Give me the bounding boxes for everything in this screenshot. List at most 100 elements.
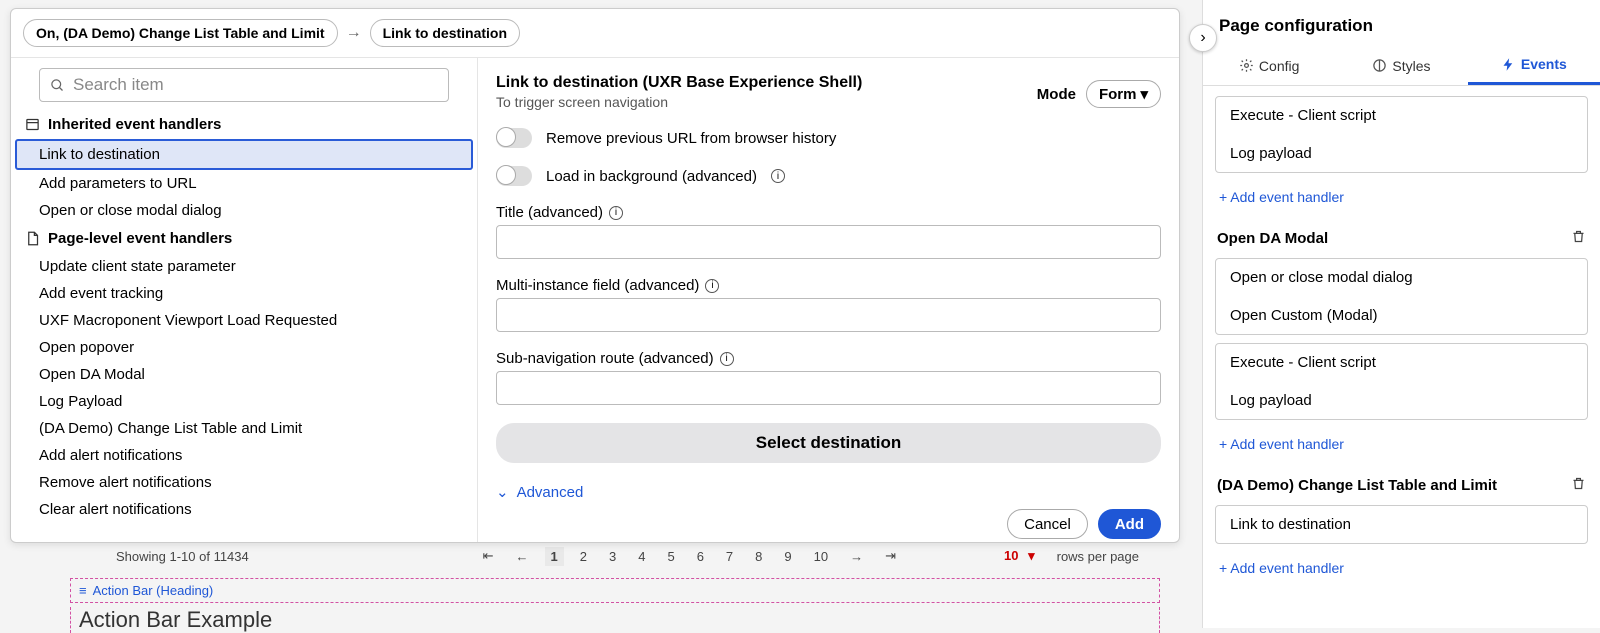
window-icon [25, 117, 40, 132]
info-icon[interactable]: i [771, 169, 785, 183]
rows-per-page-label: rows per page [1051, 547, 1145, 566]
breadcrumb-current[interactable]: Link to destination [370, 19, 520, 47]
toggle-load-background[interactable] [496, 166, 532, 186]
action-bar-heading-link[interactable]: ≡ Action Bar (Heading) [70, 578, 1160, 603]
action-bar-example: Action Bar Example [70, 607, 1160, 633]
handler-list-pane: Inherited event handlers Link to destina… [11, 58, 478, 542]
tab-styles[interactable]: Styles [1335, 46, 1467, 85]
page-4[interactable]: 4 [632, 547, 651, 566]
handler-link-to-destination[interactable]: Link to destination [15, 139, 473, 170]
delete-section-button[interactable] [1571, 476, 1586, 495]
toggle-remove-history-label: Remove previous URL from browser history [546, 130, 836, 147]
detail-title: Link to destination (UXR Base Experience… [496, 74, 862, 92]
handler-update-client-state[interactable]: Update client state parameter [11, 253, 477, 280]
page-next-icon[interactable]: → [844, 547, 869, 566]
handler-add-event-tracking[interactable]: Add event tracking [11, 280, 477, 307]
sidebar-title: Page configuration [1203, 0, 1600, 46]
card-item-log-payload[interactable]: Log payload [1216, 134, 1587, 172]
page-prev-icon[interactable]: ← [510, 547, 535, 566]
page-1[interactable]: 1 [545, 547, 564, 566]
card-item-open-custom-modal[interactable]: Open Custom (Modal) [1216, 296, 1587, 334]
card-item-open-close-modal[interactable]: Open or close modal dialog [1216, 259, 1587, 296]
page-10[interactable]: 10 [808, 547, 834, 566]
mode-dropdown[interactable]: Form ▾ [1086, 80, 1161, 108]
mode-label: Mode [1037, 86, 1076, 103]
add-event-handler-link[interactable]: + Add event handler [1215, 428, 1588, 470]
modal-breadcrumb: On, (DA Demo) Change List Table and Limi… [11, 9, 1179, 58]
add-button[interactable]: Add [1098, 509, 1161, 539]
multi-instance-input[interactable] [496, 298, 1161, 332]
delete-section-button[interactable] [1571, 229, 1586, 248]
advanced-toggle[interactable]: ⌄ Advanced [496, 483, 1161, 501]
background-table: Showing 1-10 of 11434 ⇤ ← 1 2 3 4 5 6 7 … [70, 546, 1165, 616]
info-icon[interactable]: i [609, 206, 623, 220]
multi-field-label: Multi-instance field (advanced) i [496, 277, 1161, 294]
event-card: Link to destination [1215, 505, 1588, 544]
handler-add-alert[interactable]: Add alert notifications [11, 442, 477, 469]
trash-icon [1571, 229, 1586, 244]
page-5[interactable]: 5 [661, 547, 680, 566]
subnav-field-label: Sub-navigation route (advanced) i [496, 350, 1161, 367]
handler-add-params[interactable]: Add parameters to URL [11, 170, 477, 197]
event-card: Execute - Client script Log payload [1215, 343, 1588, 420]
card-item-execute-client-script-2[interactable]: Execute - Client script [1216, 344, 1587, 381]
tab-events[interactable]: Events [1468, 46, 1600, 85]
page-7[interactable]: 7 [720, 547, 739, 566]
chevron-down-icon: ⌄ [496, 483, 509, 501]
search-input[interactable] [39, 68, 449, 102]
handler-da-demo-change-list[interactable]: (DA Demo) Change List Table and Limit [11, 415, 477, 442]
handler-log-payload[interactable]: Log Payload [11, 388, 477, 415]
handler-open-popover[interactable]: Open popover [11, 334, 477, 361]
gear-icon [1239, 58, 1254, 73]
handler-detail-pane: Link to destination (UXR Base Experience… [478, 58, 1179, 542]
page-icon [25, 231, 40, 246]
event-card: Open or close modal dialog Open Custom (… [1215, 258, 1588, 335]
lightning-icon [1501, 57, 1516, 72]
styles-icon [1372, 58, 1387, 73]
page-3[interactable]: 3 [603, 547, 622, 566]
page-group-header: Page-level event handlers [11, 224, 477, 253]
toggle-load-background-label: Load in background (advanced) [546, 168, 757, 185]
chevron-right-icon: → [346, 24, 362, 42]
sidebar-collapse-button[interactable]: › [1189, 24, 1217, 52]
toggle-remove-history[interactable] [496, 128, 532, 148]
section-da-demo-change-list: (DA Demo) Change List Table and Limit [1217, 477, 1497, 494]
card-item-execute-client-script[interactable]: Execute - Client script [1216, 97, 1587, 134]
card-item-link-to-destination[interactable]: Link to destination [1216, 506, 1587, 543]
event-card: Execute - Client script Log payload [1215, 96, 1588, 173]
handler-remove-alert[interactable]: Remove alert notifications [11, 469, 477, 496]
page-9[interactable]: 9 [778, 547, 797, 566]
info-icon[interactable]: i [720, 352, 734, 366]
page-2[interactable]: 2 [574, 547, 593, 566]
handler-uxf-viewport-load[interactable]: UXF Macroponent Viewport Load Requested [11, 307, 477, 334]
detail-subtitle: To trigger screen navigation [496, 94, 862, 110]
cancel-button[interactable]: Cancel [1007, 509, 1088, 539]
select-destination-button[interactable]: Select destination [496, 423, 1161, 463]
inherited-group-header: Inherited event handlers [11, 110, 477, 139]
search-icon [50, 78, 65, 93]
add-event-handler-link[interactable]: + Add event handler [1215, 181, 1588, 223]
section-open-da-modal: Open DA Modal [1217, 230, 1328, 247]
title-field-label: Title (advanced) i [496, 204, 1161, 221]
page-6[interactable]: 6 [691, 547, 710, 566]
handler-clear-alert[interactable]: Clear alert notifications [11, 496, 477, 523]
page-8[interactable]: 8 [749, 547, 768, 566]
breadcrumb-parent[interactable]: On, (DA Demo) Change List Table and Limi… [23, 19, 338, 47]
page-last-icon[interactable]: ⇥ [879, 546, 902, 566]
page-first-icon[interactable]: ⇤ [477, 546, 500, 566]
tab-config[interactable]: Config [1203, 46, 1335, 85]
event-handler-modal: On, (DA Demo) Change List Table and Limi… [10, 8, 1180, 543]
add-event-handler-link[interactable]: + Add event handler [1215, 552, 1588, 594]
handler-open-da-modal[interactable]: Open DA Modal [11, 361, 477, 388]
subnav-input[interactable] [496, 371, 1161, 405]
caret-down-icon: ▾ [1140, 85, 1148, 103]
title-input[interactable] [496, 225, 1161, 259]
trash-icon [1571, 476, 1586, 491]
page-config-sidebar: › Page configuration Config Styles Event… [1202, 0, 1600, 628]
search-field[interactable] [73, 75, 438, 95]
card-item-log-payload-2[interactable]: Log payload [1216, 381, 1587, 419]
info-icon[interactable]: i [705, 279, 719, 293]
handler-open-close-modal[interactable]: Open or close modal dialog [11, 197, 477, 224]
rows-per-page-value[interactable]: 10 ▾ [992, 546, 1041, 566]
chevron-right-icon: › [1200, 29, 1205, 47]
